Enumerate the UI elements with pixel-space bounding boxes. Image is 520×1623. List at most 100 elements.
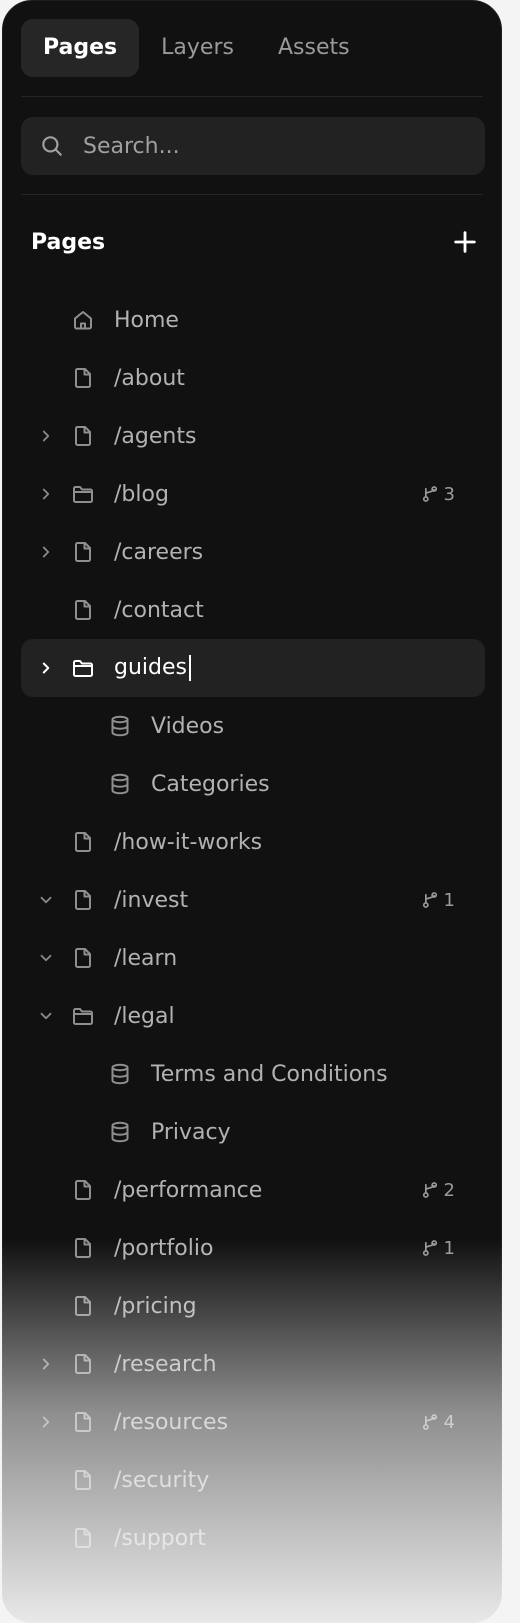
page-item-learn[interactable]: /learn xyxy=(3,929,501,987)
file-icon xyxy=(75,1296,91,1316)
branch-icon xyxy=(422,1240,437,1256)
page-item-privacy[interactable]: Privacy xyxy=(3,1103,501,1161)
page-item-blog[interactable]: /blog 3 xyxy=(3,465,501,523)
database-icon xyxy=(111,1063,129,1085)
chevron-right-icon[interactable] xyxy=(37,485,55,503)
chevron-right-icon[interactable] xyxy=(37,427,55,445)
chevron-down-icon[interactable] xyxy=(37,949,55,967)
divider xyxy=(21,96,483,97)
page-item-about[interactable]: /about xyxy=(3,349,501,407)
page-item-invest[interactable]: /invest 1 xyxy=(3,871,501,929)
page-item-support[interactable]: /support xyxy=(3,1509,501,1567)
page-item-videos[interactable]: Videos xyxy=(3,697,501,755)
file-icon xyxy=(75,1528,91,1548)
chevron-right-icon[interactable] xyxy=(37,1355,55,1373)
folder-icon xyxy=(73,1008,93,1025)
page-item-portfolio[interactable]: /portfolio 1 xyxy=(3,1219,501,1277)
branch-count: 4 xyxy=(443,1411,455,1433)
page-item-label: /agents xyxy=(114,423,197,449)
page-item-label: /research xyxy=(114,1351,217,1377)
branch-icon xyxy=(422,1414,437,1430)
file-icon xyxy=(75,1412,91,1432)
page-item-label: Privacy xyxy=(151,1119,231,1145)
file-icon xyxy=(75,1354,91,1374)
page-item-contact[interactable]: /contact xyxy=(3,581,501,639)
page-item-label: /contact xyxy=(114,597,204,623)
chevron-right-icon[interactable] xyxy=(37,659,55,677)
page-item-performance[interactable]: /performance 2 xyxy=(3,1161,501,1219)
page-item-label: guides xyxy=(114,655,187,680)
database-icon xyxy=(111,715,129,737)
branch-count: 1 xyxy=(443,1237,455,1259)
page-tree: Home /about /agents /blog 3 /careers /co… xyxy=(3,291,501,1567)
text-cursor xyxy=(188,655,191,681)
page-item-pricing[interactable]: /pricing xyxy=(3,1277,501,1335)
branch-count: 3 xyxy=(443,483,455,505)
file-icon xyxy=(75,948,91,968)
page-item-label: /legal xyxy=(114,1003,175,1029)
page-item-terms[interactable]: Terms and Conditions xyxy=(3,1045,501,1103)
file-icon xyxy=(75,426,91,446)
page-item-label: Home xyxy=(114,307,179,333)
branch-count-badge: 1 xyxy=(420,1238,455,1259)
page-item-label: /pricing xyxy=(114,1293,197,1319)
page-item-categories[interactable]: Categories xyxy=(3,755,501,813)
page-item-security[interactable]: /security xyxy=(3,1451,501,1509)
chevron-right-icon[interactable] xyxy=(37,1413,55,1431)
file-icon xyxy=(75,368,91,388)
file-icon xyxy=(75,1470,91,1490)
home-icon xyxy=(74,311,92,330)
page-item-label: Terms and Conditions xyxy=(151,1061,388,1087)
chevron-right-icon[interactable] xyxy=(37,543,55,561)
page-item-label: /blog xyxy=(114,481,169,507)
tab-assets[interactable]: Assets xyxy=(256,19,372,77)
page-item-label: /performance xyxy=(114,1177,263,1203)
page-item-guides[interactable]: guides xyxy=(21,639,485,697)
page-item-label: /how-it-works xyxy=(114,829,263,855)
branch-icon xyxy=(422,1182,437,1198)
database-icon xyxy=(111,1121,129,1143)
section-title: Pages xyxy=(31,229,106,255)
rename-field[interactable]: guides xyxy=(114,655,191,681)
add-page-icon[interactable] xyxy=(451,228,479,256)
branch-icon xyxy=(422,486,437,502)
search-icon xyxy=(42,136,62,156)
file-icon xyxy=(75,890,91,910)
page-item-label: /invest xyxy=(114,887,189,913)
page-item-research[interactable]: /research xyxy=(3,1335,501,1393)
page-item-label: /about xyxy=(114,365,185,391)
file-icon xyxy=(75,600,91,620)
pages-panel: Pages Layers Assets Pages Home /about /a… xyxy=(2,0,502,1623)
page-item-how-it-works[interactable]: /how-it-works xyxy=(3,813,501,871)
chevron-down-icon[interactable] xyxy=(37,891,55,909)
page-item-label: /learn xyxy=(114,945,178,971)
search-input[interactable] xyxy=(81,132,465,160)
page-item-legal[interactable]: /legal xyxy=(3,987,501,1045)
page-item-careers[interactable]: /careers xyxy=(3,523,501,581)
page-item-label: /support xyxy=(114,1525,206,1551)
divider xyxy=(21,194,483,195)
branch-count-badge: 3 xyxy=(420,484,455,505)
page-item-home[interactable]: Home xyxy=(3,291,501,349)
page-item-label: Videos xyxy=(151,713,225,739)
tab-layers[interactable]: Layers xyxy=(139,19,256,77)
chevron-down-icon[interactable] xyxy=(37,1007,55,1025)
page-item-label: /portfolio xyxy=(114,1235,214,1261)
page-item-label: Categories xyxy=(151,771,270,797)
page-item-agents[interactable]: /agents xyxy=(3,407,501,465)
tab-pages[interactable]: Pages xyxy=(21,19,140,77)
pages-section-header: Pages xyxy=(31,219,479,265)
page-item-resources[interactable]: /resources 4 xyxy=(3,1393,501,1451)
branch-count: 1 xyxy=(443,889,455,911)
file-icon xyxy=(75,542,91,562)
branch-count-badge: 4 xyxy=(420,1412,455,1433)
file-icon xyxy=(75,1238,91,1258)
search-box[interactable] xyxy=(21,117,485,175)
branch-count-badge: 1 xyxy=(420,890,455,911)
tab-bar: Pages Layers Assets xyxy=(21,19,372,77)
folder-icon xyxy=(73,486,93,503)
page-item-label: /security xyxy=(114,1467,210,1493)
branch-count: 2 xyxy=(443,1179,455,1201)
page-item-label: /resources xyxy=(114,1409,229,1435)
folder-icon xyxy=(73,660,93,677)
